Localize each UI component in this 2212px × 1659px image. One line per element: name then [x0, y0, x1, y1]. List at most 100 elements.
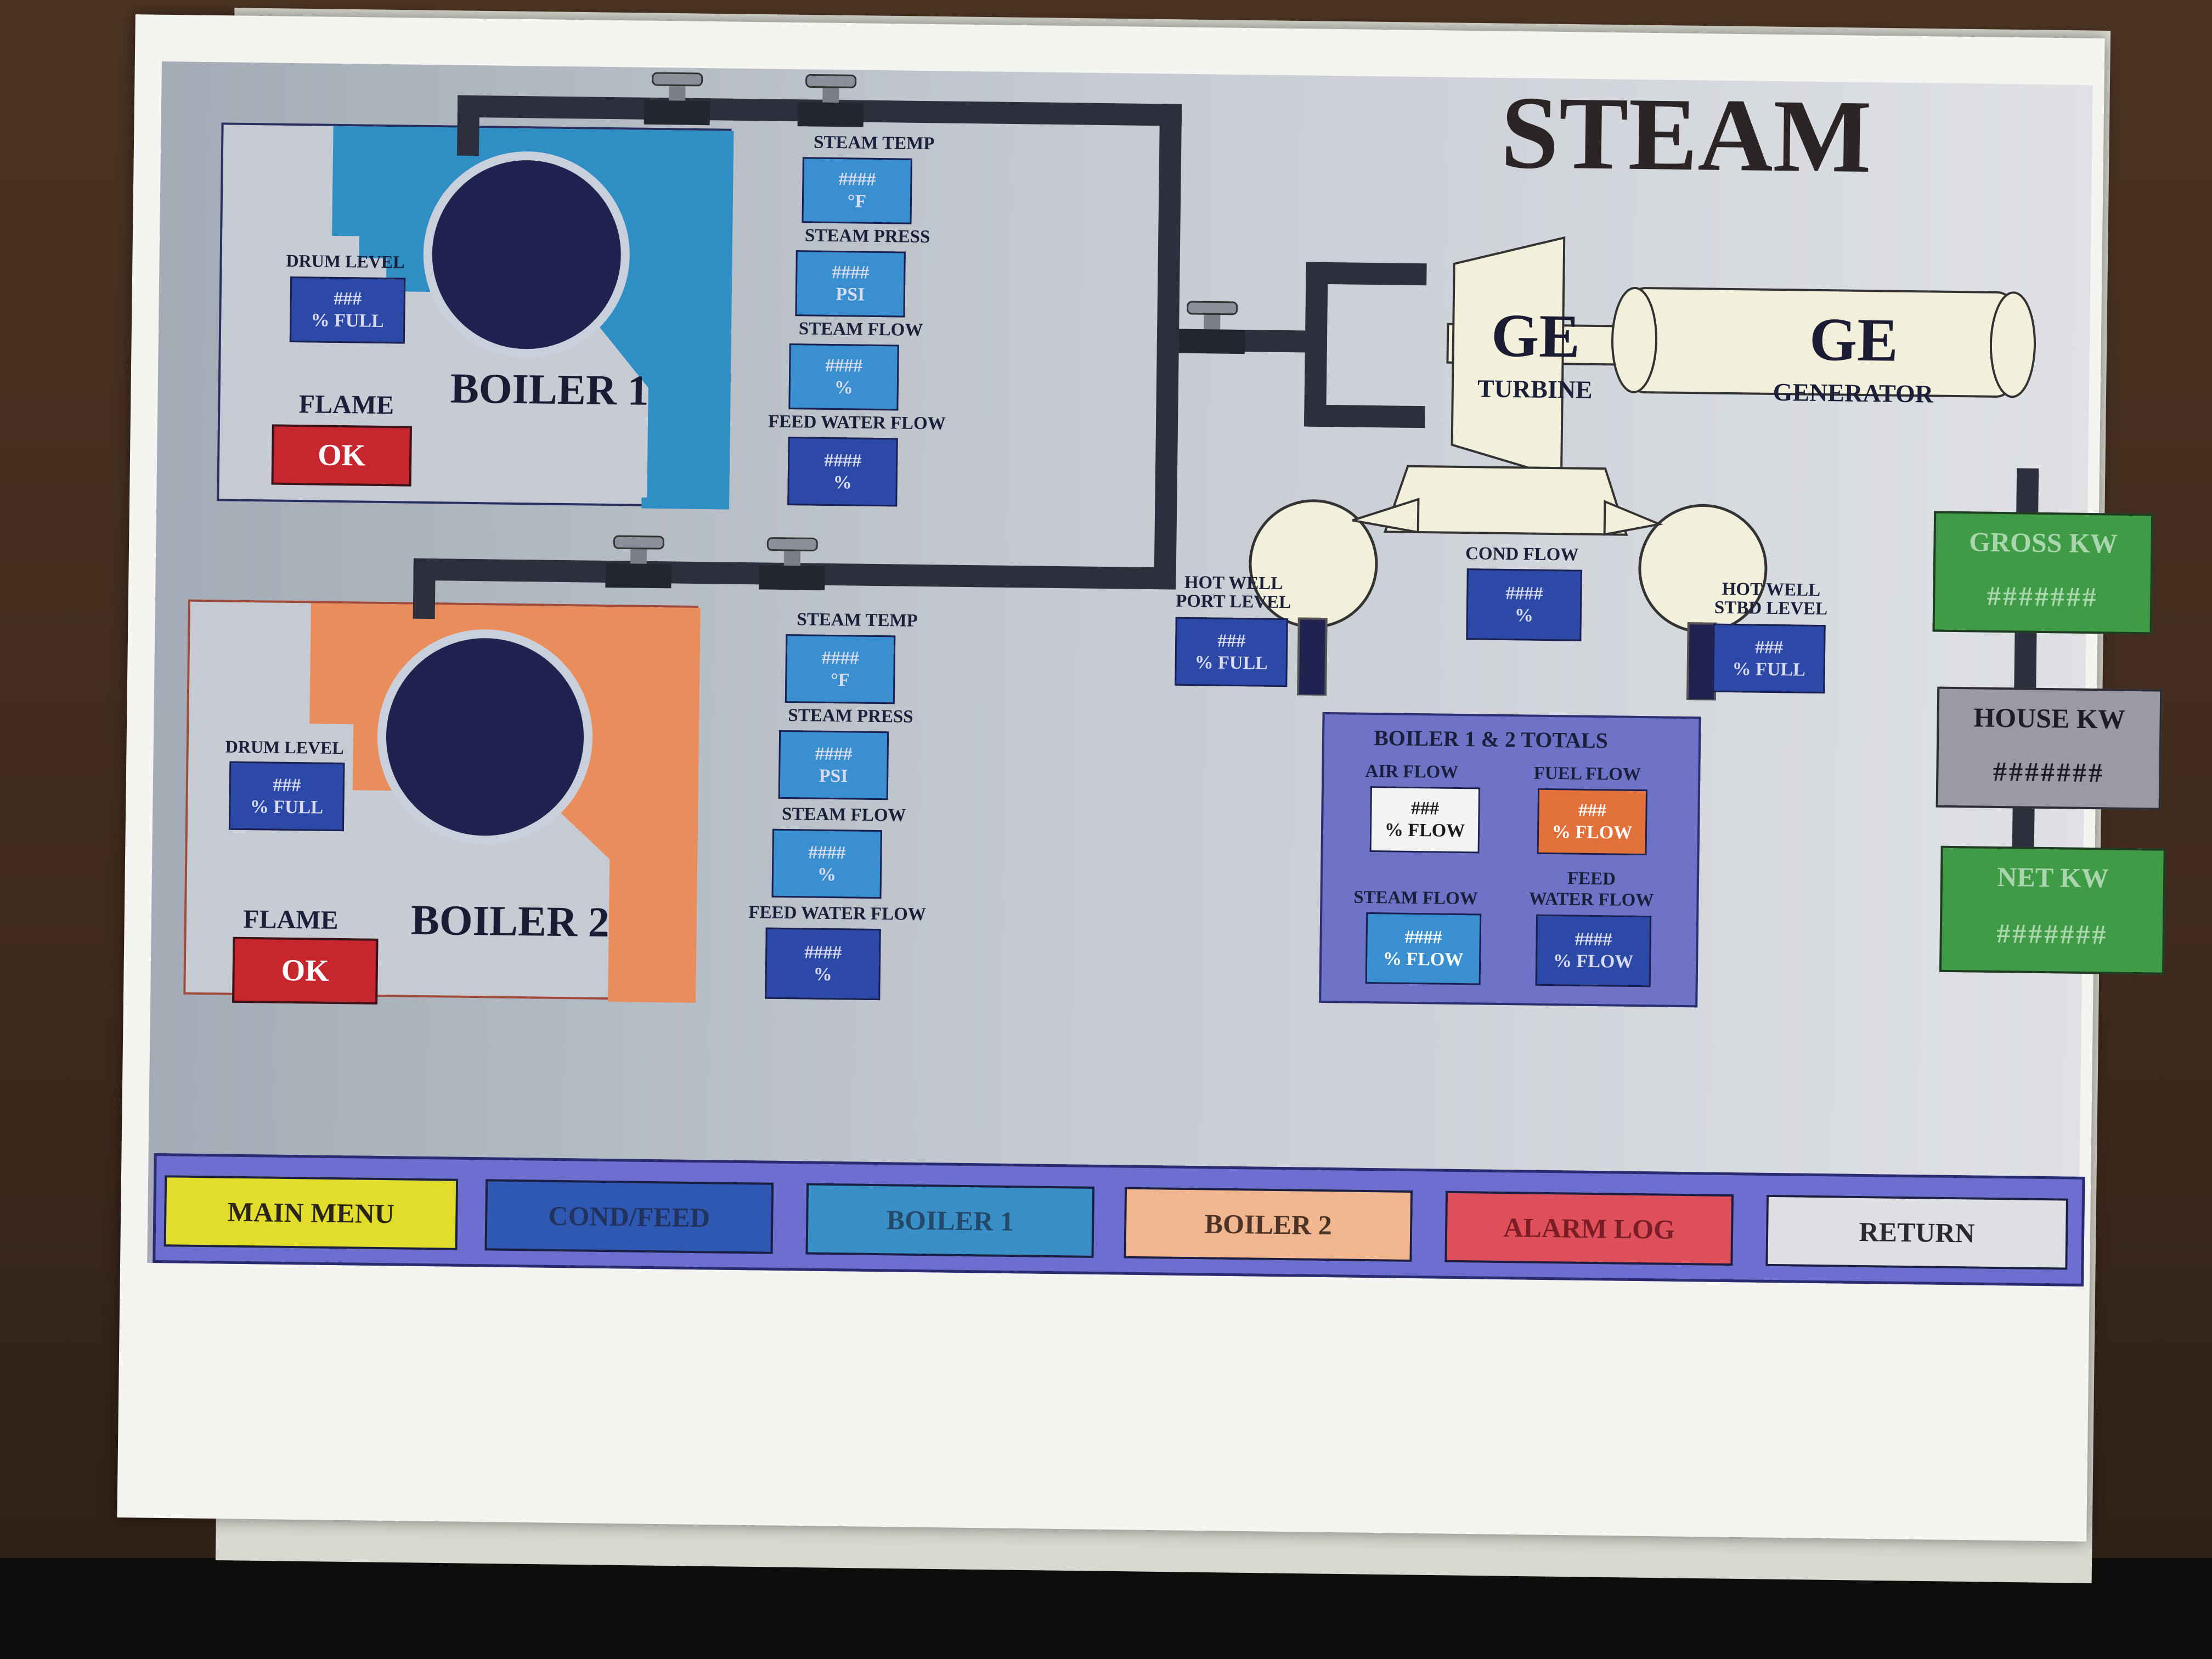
boiler2-button[interactable]: BOILER 2 [1124, 1187, 1413, 1262]
boiler1-flame-label: FLAME [298, 390, 394, 420]
cond-flow-value: #### % [1466, 568, 1582, 641]
net-kw-panel: NET KW ####### [1939, 845, 2166, 975]
totals-feed-water-flow-label-line2: WATER FLOW [1528, 889, 1654, 911]
house-kw-value: ####### [1993, 755, 2105, 788]
totals-air-flow-unit: % FLOW [1384, 820, 1465, 842]
boiler2-steam-press-unit: PSI [819, 765, 848, 786]
gross-kw-panel: GROSS KW ####### [1932, 511, 2154, 635]
return-button[interactable]: RETURN [1765, 1194, 2068, 1270]
boiler1-panel: DRUM LEVEL ### % FULL BOILER 1 FLAME OK [217, 122, 734, 510]
hot-well-stbd-label: HOT WELL STBD LEVEL [1691, 579, 1851, 619]
boiler1-drum-icon [423, 151, 630, 358]
boiler2-steam-flow-label: STEAM FLOW [781, 804, 906, 826]
boiler1-steam-press-number: #### [832, 262, 870, 283]
boiler1-steam-temp-value: #### °F [802, 157, 912, 224]
boiler2-drum-level-value: ### % FULL [228, 761, 345, 832]
boiler1-steam-temp-label: STEAM TEMP [813, 132, 935, 154]
hot-well-stbd-label-line1: HOT WELL [1722, 579, 1821, 601]
hot-well-port-unit: % FULL [1194, 652, 1268, 674]
boiler2-steam-press-label: STEAM PRESS [788, 706, 913, 727]
boiler2-steam-temp-number: #### [821, 647, 860, 669]
totals-fuel-flow-unit: % FLOW [1551, 822, 1633, 843]
boiler1-feed-water-flow-value: #### % [787, 436, 898, 507]
boiler2-steam-press-value: #### PSI [778, 730, 889, 800]
totals-feed-water-flow-label: FEED WATER FLOW [1511, 867, 1671, 911]
totals-steam-flow-value: #### % FLOW [1365, 912, 1482, 985]
totals-feed-water-flow-label-line1: FEED [1567, 868, 1616, 889]
boiler1-drum-level-value: ### % FULL [289, 276, 406, 344]
totals-fuel-flow-value: ### % FLOW [1537, 788, 1647, 856]
hot-well-port-number: ### [1217, 630, 1246, 651]
boiler2-name: BOILER 2 [410, 895, 610, 946]
generator-label: GENERATOR [1773, 377, 1934, 408]
totals-air-flow-value: ### % FLOW [1369, 786, 1481, 854]
totals-fuel-flow-label: FUEL FLOW [1533, 763, 1641, 785]
boiler2-steam-flow-unit: % [817, 864, 837, 885]
boiler1-steam-flow-number: #### [825, 355, 863, 376]
totals-steam-flow-number: #### [1404, 927, 1442, 948]
boiler2-flame-label: FLAME [242, 904, 338, 935]
boiler2-valve-b-icon [759, 537, 825, 590]
house-kw-panel: HOUSE KW ####### [1936, 686, 2163, 810]
boiler2-steam-flow-value: #### % [771, 828, 882, 899]
boiler1-drum-level-label: DRUM LEVEL [286, 250, 405, 272]
boiler2-steam-flow-number: #### [808, 842, 846, 863]
boiler2-steam-temp-label: STEAM TEMP [797, 610, 918, 631]
boiler1-button[interactable]: BOILER 1 [805, 1183, 1095, 1258]
boiler2-drum-icon [377, 629, 593, 845]
turbine-brand: GE [1491, 301, 1581, 371]
boiler1-flame-status: OK [271, 424, 412, 487]
alarm-log-button[interactable]: ALARM LOG [1444, 1190, 1734, 1266]
steam-hmi-screen: STEAM DRUM LEVEL ### % FULL BOILER 1 FLA… [147, 61, 2166, 1286]
turbine-label: TURBINE [1477, 374, 1593, 404]
generator-brand: GE [1809, 305, 1899, 375]
totals-steam-flow-label: STEAM FLOW [1353, 887, 1478, 909]
boiler2-feed-water-flow-unit: % [813, 964, 832, 985]
cond-feed-button[interactable]: COND/FEED [484, 1179, 774, 1254]
hot-well-port-value: ### % FULL [1175, 617, 1288, 687]
totals-fuel-flow-number: ### [1578, 800, 1607, 821]
totals-title: BOILER 1 & 2 TOTALS [1373, 725, 1609, 753]
totals-feed-water-flow-number: #### [1575, 929, 1612, 950]
hot-well-stbd-unit: % FULL [1732, 658, 1805, 680]
net-kw-value: ####### [1996, 917, 2108, 950]
boiler1-feed-water-flow-label: FEED WATER FLOW [768, 411, 946, 434]
boiler1-steam-temp-unit: °F [847, 191, 867, 212]
house-kw-label: HOUSE KW [1973, 702, 2126, 735]
boiler1-steam-press-unit: PSI [836, 284, 865, 305]
boiler1-steam-temp-number: #### [838, 169, 876, 190]
boiler2-drum-level-number: ### [273, 775, 301, 795]
boiler1-valve-a-icon [644, 72, 710, 126]
main-menu-button[interactable]: MAIN MENU [163, 1175, 459, 1250]
boiler2-feed-water-flow-label: FEED WATER FLOW [748, 902, 926, 925]
boiler2-feed-water-flow-number: #### [804, 942, 842, 963]
boiler1-name: BOILER 1 [450, 364, 650, 414]
boiler2-steam-temp-value: #### °F [785, 634, 896, 704]
hot-well-port-label: HOT WELL PORT LEVEL [1154, 573, 1313, 612]
boiler2-valve-a-icon [605, 535, 672, 589]
boiler2-feed-water-flow-value: #### % [765, 927, 881, 1001]
totals-air-flow-label: AIR FLOW [1365, 761, 1459, 782]
totals-steam-flow-unit: % FLOW [1383, 949, 1464, 970]
gross-kw-value: ####### [1987, 580, 2099, 613]
hot-well-port-label-line2: PORT LEVEL [1175, 591, 1291, 613]
boiler1-steam-flow-label: STEAM FLOW [798, 319, 923, 340]
cond-flow-unit: % [1514, 605, 1534, 626]
boiler1-feed-water-flow-unit: % [833, 472, 852, 493]
boiler2-drum-level-unit: % FULL [250, 796, 324, 818]
gross-kw-label: GROSS KW [1968, 526, 2118, 559]
cond-flow-number: #### [1505, 583, 1543, 604]
totals-feed-water-flow-unit: % FLOW [1553, 951, 1634, 972]
hot-well-stbd-label-line2: STBD LEVEL [1714, 597, 1828, 619]
boiler2-panel: DRUM LEVEL ### % FULL BOILER 2 FLAME OK [183, 599, 701, 1005]
page-title: STEAM [1500, 75, 1872, 195]
totals-air-flow-number: ### [1410, 798, 1440, 819]
boiler1-steam-press-label: STEAM PRESS [804, 225, 930, 247]
boiler1-steam-press-value: #### PSI [795, 250, 906, 318]
cond-flow-label: COND FLOW [1465, 544, 1579, 565]
boiler1-drum-level-unit: % FULL [311, 310, 385, 331]
boiler1-steam-flow-unit: % [834, 377, 854, 398]
hot-well-port-label-line1: HOT WELL [1184, 572, 1283, 594]
boiler1-feed-water-flow-number: #### [823, 450, 862, 471]
hot-well-stbd-value: ### % FULL [1712, 623, 1826, 694]
